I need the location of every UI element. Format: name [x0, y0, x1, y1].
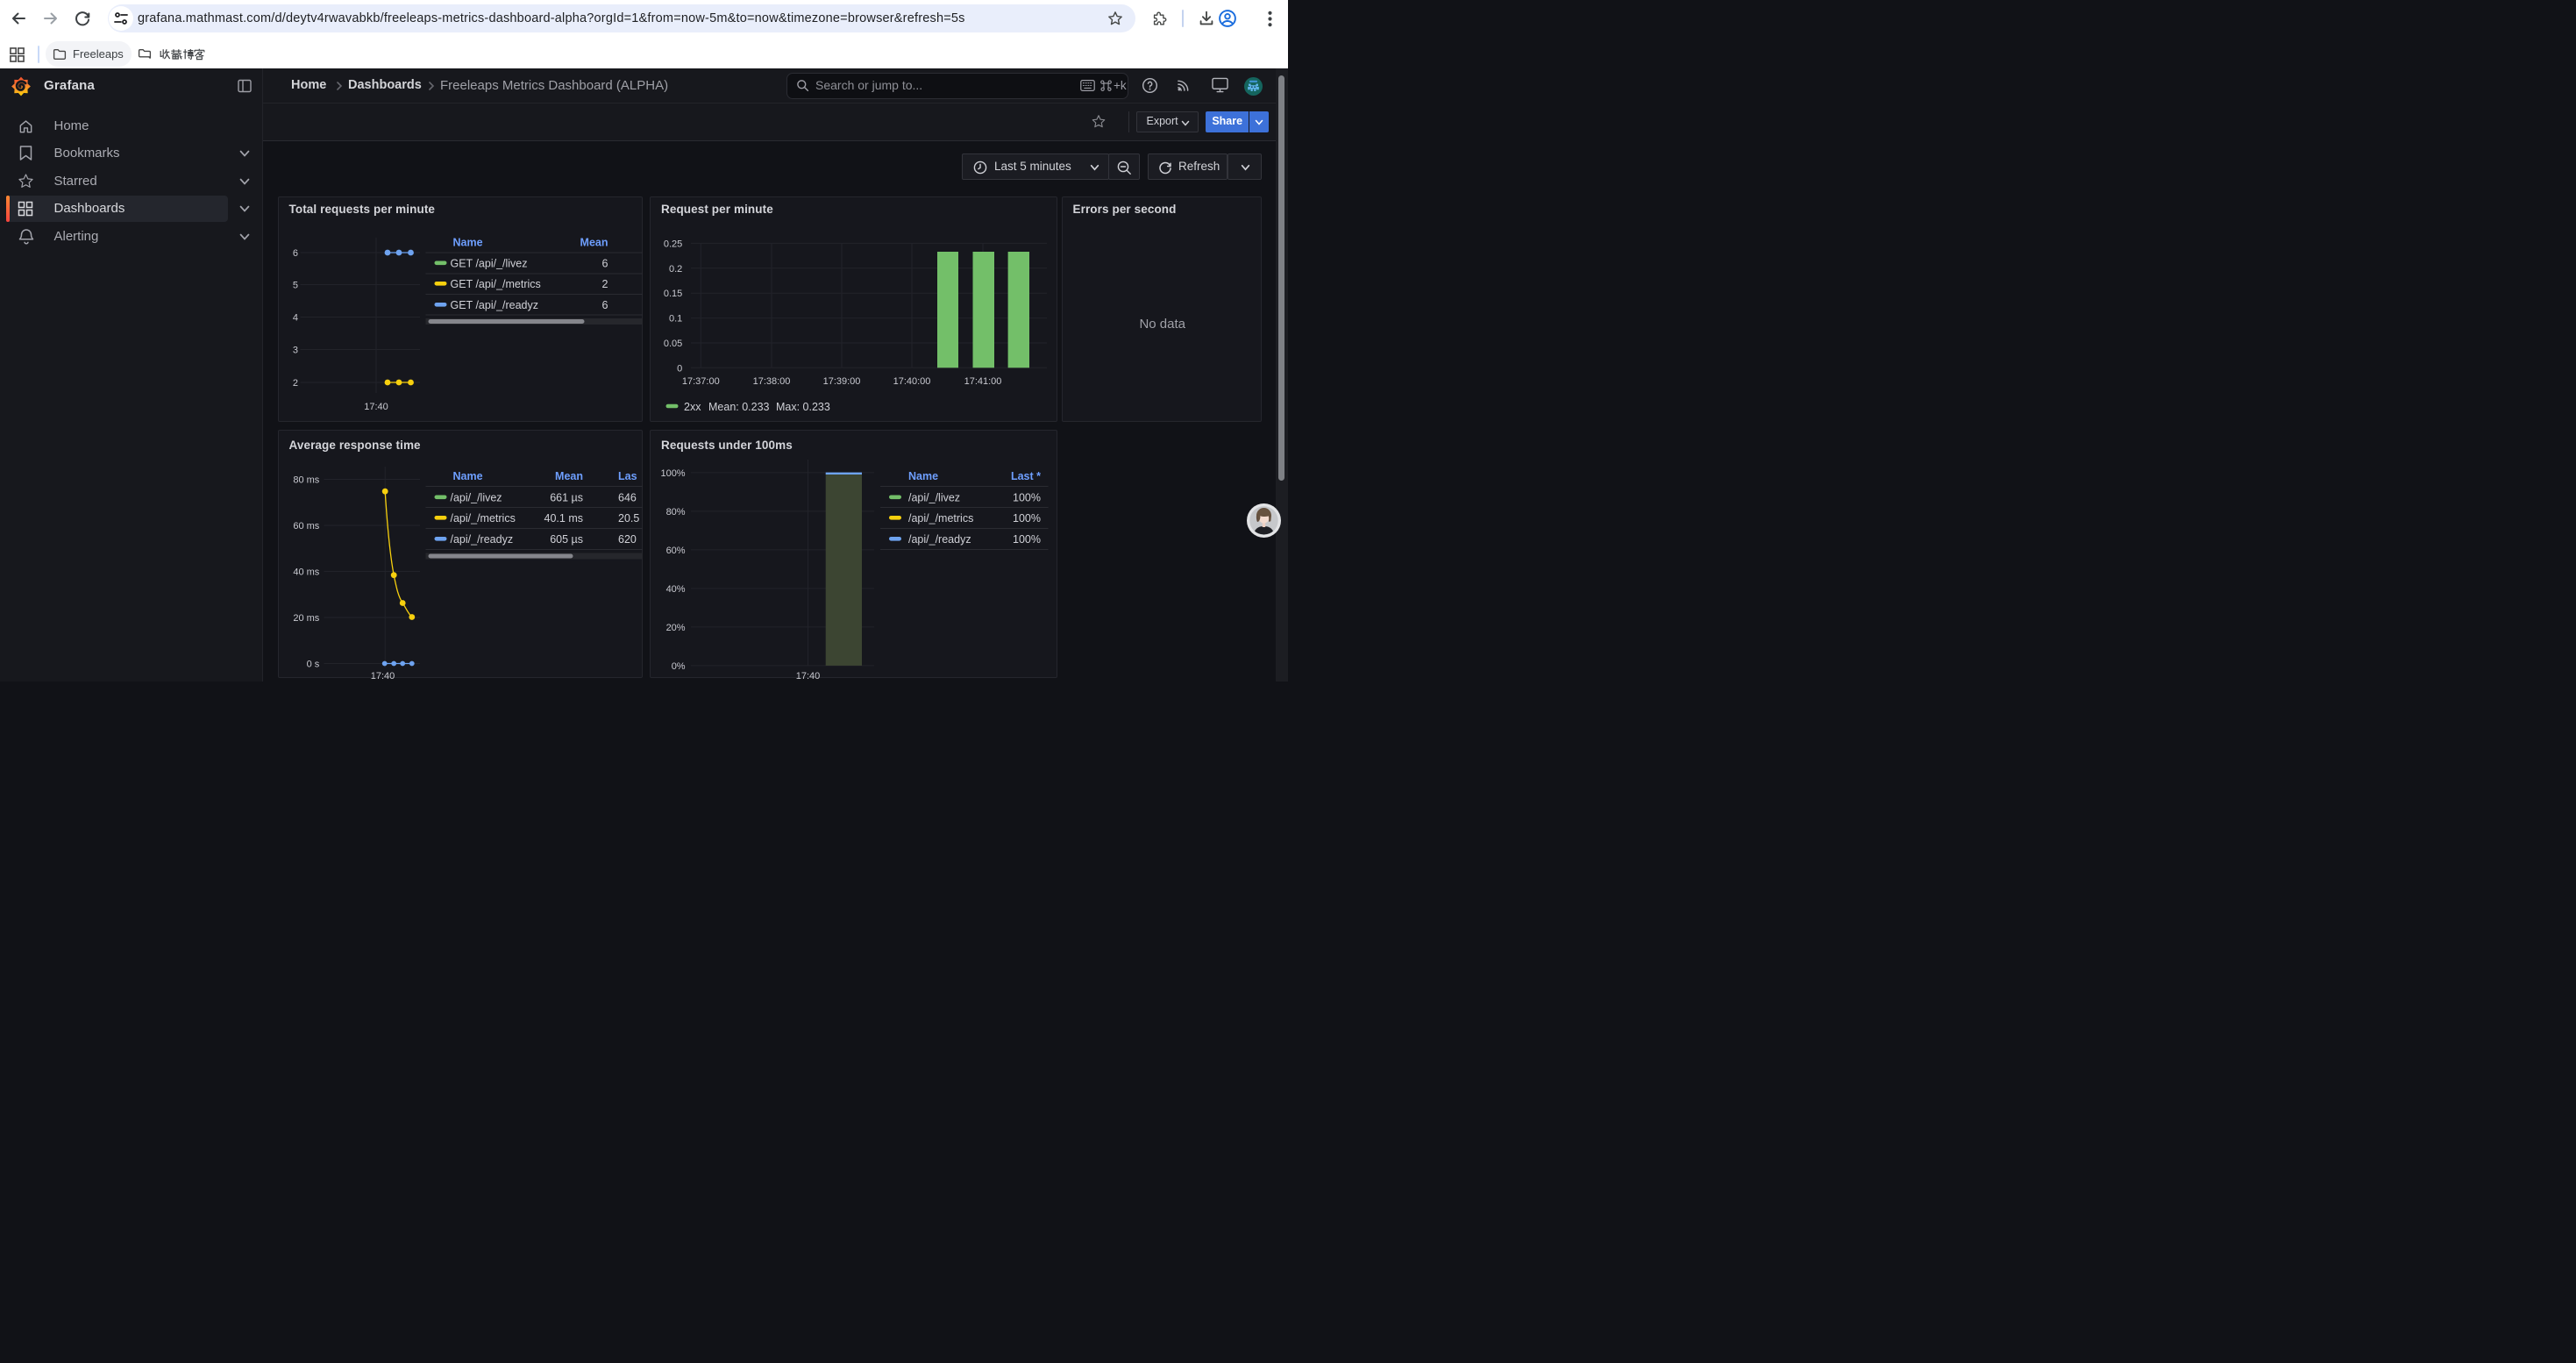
svg-text:40%: 40% — [666, 583, 686, 594]
svg-text:17:39:00: 17:39:00 — [823, 376, 861, 387]
svg-text:80%: 80% — [666, 506, 686, 517]
svg-text:20.5 r: 20.5 r — [618, 512, 643, 525]
svg-text:661 µs: 661 µs — [550, 491, 583, 503]
svg-text:6: 6 — [601, 258, 608, 270]
svg-text:40.1 ms: 40.1 ms — [544, 512, 582, 525]
svg-text:/api/_/metrics: /api/_/metrics — [908, 512, 973, 525]
svg-text:/api/_/readyz: /api/_/readyz — [450, 533, 513, 546]
svg-text:2: 2 — [601, 278, 608, 290]
svg-text:620: 620 — [618, 533, 637, 546]
svg-text:Name: Name — [452, 470, 482, 482]
svg-text:Mean: Mean — [555, 470, 583, 482]
svg-text:0: 0 — [677, 363, 682, 374]
svg-text:0.1: 0.1 — [669, 314, 682, 325]
svg-text:100%: 100% — [1013, 512, 1041, 525]
svg-text:Mean: Mean — [580, 237, 608, 249]
svg-text:100%: 100% — [1013, 491, 1041, 503]
svg-text:17:40: 17:40 — [364, 402, 388, 412]
svg-text:100%: 100% — [660, 467, 685, 478]
svg-text:80 ms: 80 ms — [293, 475, 319, 485]
svg-text:3: 3 — [292, 346, 297, 356]
svg-text:60 ms: 60 ms — [293, 521, 319, 532]
svg-text:Mean: 0.233: Mean: 0.233 — [708, 401, 770, 413]
svg-text:6: 6 — [601, 299, 608, 311]
svg-text:Max: 0.233: Max: 0.233 — [776, 401, 830, 413]
svg-text:0.05: 0.05 — [664, 339, 682, 349]
svg-text:Name: Name — [908, 470, 938, 482]
svg-text:100%: 100% — [1013, 533, 1041, 546]
svg-text:20 ms: 20 ms — [293, 613, 319, 624]
svg-text:17:37:00: 17:37:00 — [682, 376, 720, 387]
svg-text:20%: 20% — [666, 622, 686, 632]
svg-text:17:38:00: 17:38:00 — [753, 376, 791, 387]
svg-text:Las: Las — [618, 470, 637, 482]
svg-text:4: 4 — [292, 313, 297, 324]
svg-text:17:40: 17:40 — [796, 671, 821, 679]
svg-text:60%: 60% — [666, 545, 686, 555]
svg-text:/api/_/readyz: /api/_/readyz — [908, 533, 971, 546]
svg-text:17:41:00: 17:41:00 — [964, 376, 1002, 387]
svg-text:/api/_/metrics: /api/_/metrics — [450, 512, 515, 525]
svg-text:0%: 0% — [672, 660, 686, 671]
svg-text:17:40: 17:40 — [370, 671, 395, 679]
svg-text:0.2: 0.2 — [669, 264, 682, 275]
svg-text:0.25: 0.25 — [664, 239, 682, 249]
svg-text:605 µs: 605 µs — [550, 533, 583, 546]
svg-text:2xx: 2xx — [684, 401, 701, 413]
svg-text:6: 6 — [292, 248, 297, 259]
svg-text:GET /api/_/readyz: GET /api/_/readyz — [450, 299, 538, 311]
svg-text:Name: Name — [452, 237, 482, 249]
svg-text:2: 2 — [292, 378, 297, 389]
svg-text:17:40:00: 17:40:00 — [893, 376, 931, 387]
svg-text:5: 5 — [292, 281, 297, 291]
svg-text:/api/_/livez: /api/_/livez — [908, 491, 960, 503]
svg-text:GET /api/_/livez: GET /api/_/livez — [450, 258, 527, 270]
svg-text:0 s: 0 s — [306, 659, 319, 669]
svg-text:/api/_/livez: /api/_/livez — [450, 491, 502, 503]
svg-text:GET /api/_/metrics: GET /api/_/metrics — [450, 278, 540, 290]
svg-text:Last *: Last * — [1011, 470, 1041, 482]
svg-text:40 ms: 40 ms — [293, 567, 319, 577]
svg-text:0.15: 0.15 — [664, 289, 682, 299]
svg-text:646: 646 — [618, 491, 637, 503]
